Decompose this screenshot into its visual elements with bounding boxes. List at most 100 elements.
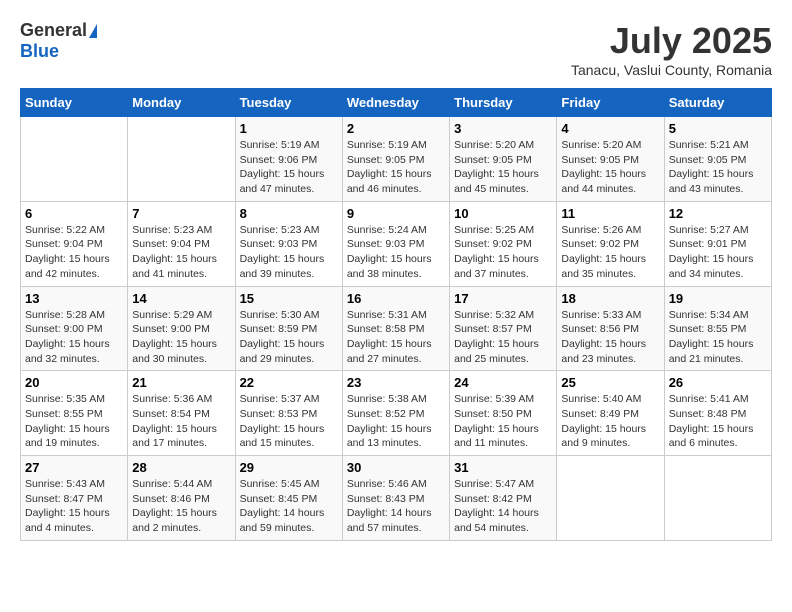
day-cell: 10Sunrise: 5:25 AMSunset: 9:02 PMDayligh… (450, 201, 557, 286)
day-number: 5 (669, 121, 767, 136)
day-detail: Sunrise: 5:46 AMSunset: 8:43 PMDaylight:… (347, 477, 445, 536)
day-cell: 18 Sunrise: 5:33 AMSunset: 8:56 PMDayligh… (557, 286, 664, 371)
day-cell: 13 Sunrise: 5:28 AMSunset: 9:00 PMDayligh… (21, 286, 128, 371)
day-cell: 25 Sunrise: 5:40 AMSunset: 8:49 PMDayligh… (557, 371, 664, 456)
day-cell: 30 Sunrise: 5:46 AMSunset: 8:43 PMDayligh… (342, 456, 449, 541)
day-number: 30 (347, 460, 445, 475)
day-number: 28 (132, 460, 230, 475)
day-detail: Sunrise: 5:43 AMSunset: 8:47 PMDaylight:… (25, 477, 123, 536)
day-number: 8 (240, 206, 338, 221)
day-number: 27 (25, 460, 123, 475)
day-detail: Sunrise: 5:19 AMSunset: 9:06 PMDaylight:… (240, 138, 338, 197)
day-cell: 7 Sunrise: 5:23 AMSunset: 9:04 PMDaylight… (128, 201, 235, 286)
header-friday: Friday (557, 89, 664, 117)
calendar-body: 1 Sunrise: 5:19 AMSunset: 9:06 PMDaylight… (21, 117, 772, 541)
day-cell: 9 Sunrise: 5:24 AMSunset: 9:03 PMDaylight… (342, 201, 449, 286)
day-cell: 24 Sunrise: 5:39 AMSunset: 8:50 PMDayligh… (450, 371, 557, 456)
day-number: 14 (132, 291, 230, 306)
day-cell: 23 Sunrise: 5:38 AMSunset: 8:52 PMDayligh… (342, 371, 449, 456)
week-row-5: 27 Sunrise: 5:43 AMSunset: 8:47 PMDayligh… (21, 456, 772, 541)
month-title: July 2025 (571, 20, 772, 62)
day-detail: Sunrise: 5:27 AMSunset: 9:01 PMDaylight:… (669, 223, 767, 282)
day-detail: Sunrise: 5:45 AMSunset: 8:45 PMDaylight:… (240, 477, 338, 536)
day-detail: Sunrise: 5:24 AMSunset: 9:03 PMDaylight:… (347, 223, 445, 282)
day-detail: Sunrise: 5:23 AMSunset: 9:04 PMDaylight:… (132, 223, 230, 282)
day-number: 6 (25, 206, 123, 221)
day-detail: Sunrise: 5:26 AMSunset: 9:02 PMDaylight:… (561, 223, 659, 282)
day-cell: 4 Sunrise: 5:20 AMSunset: 9:05 PMDaylight… (557, 117, 664, 202)
day-detail: Sunrise: 5:20 AMSunset: 9:05 PMDaylight:… (561, 138, 659, 197)
day-detail: Sunrise: 5:29 AMSunset: 9:00 PMDaylight:… (132, 308, 230, 367)
day-number: 31 (454, 460, 552, 475)
day-cell: 16 Sunrise: 5:31 AMSunset: 8:58 PMDayligh… (342, 286, 449, 371)
day-number: 11 (561, 206, 659, 221)
day-cell: 15Sunrise: 5:30 AMSunset: 8:59 PMDayligh… (235, 286, 342, 371)
day-number: 19 (669, 291, 767, 306)
day-number: 24 (454, 375, 552, 390)
day-number: 22 (240, 375, 338, 390)
day-number: 1 (240, 121, 338, 136)
day-cell: 5Sunrise: 5:21 AMSunset: 9:05 PMDaylight… (664, 117, 771, 202)
day-cell: 14 Sunrise: 5:29 AMSunset: 9:00 PMDayligh… (128, 286, 235, 371)
day-detail: Sunrise: 5:38 AMSunset: 8:52 PMDaylight:… (347, 392, 445, 451)
location: Tanacu, Vaslui County, Romania (571, 62, 772, 78)
day-number: 15 (240, 291, 338, 306)
day-cell: 20 Sunrise: 5:35 AMSunset: 8:55 PMDayligh… (21, 371, 128, 456)
day-detail: Sunrise: 5:47 AMSunset: 8:42 PMDaylight:… (454, 477, 552, 536)
day-cell (557, 456, 664, 541)
day-number: 12 (669, 206, 767, 221)
day-number: 4 (561, 121, 659, 136)
header-wednesday: Wednesday (342, 89, 449, 117)
week-row-2: 6Sunrise: 5:22 AMSunset: 9:04 PMDaylight… (21, 201, 772, 286)
day-number: 9 (347, 206, 445, 221)
day-number: 21 (132, 375, 230, 390)
day-number: 23 (347, 375, 445, 390)
day-detail: Sunrise: 5:28 AMSunset: 9:00 PMDaylight:… (25, 308, 123, 367)
day-detail: Sunrise: 5:41 AMSunset: 8:48 PMDaylight:… (669, 392, 767, 451)
day-number: 20 (25, 375, 123, 390)
day-number: 16 (347, 291, 445, 306)
calendar-table: SundayMondayTuesdayWednesdayThursdayFrid… (20, 88, 772, 541)
day-number: 7 (132, 206, 230, 221)
week-row-4: 20 Sunrise: 5:35 AMSunset: 8:55 PMDayligh… (21, 371, 772, 456)
header-thursday: Thursday (450, 89, 557, 117)
day-cell: 29 Sunrise: 5:45 AMSunset: 8:45 PMDayligh… (235, 456, 342, 541)
day-number: 17 (454, 291, 552, 306)
day-cell: 31 Sunrise: 5:47 AMSunset: 8:42 PMDayligh… (450, 456, 557, 541)
day-cell (21, 117, 128, 202)
day-detail: Sunrise: 5:40 AMSunset: 8:49 PMDaylight:… (561, 392, 659, 451)
logo-triangle-icon (89, 24, 97, 38)
day-detail: Sunrise: 5:39 AMSunset: 8:50 PMDaylight:… (454, 392, 552, 451)
day-cell: 2Sunrise: 5:19 AMSunset: 9:05 PMDaylight… (342, 117, 449, 202)
day-detail: Sunrise: 5:36 AMSunset: 8:54 PMDaylight:… (132, 392, 230, 451)
header-row: SundayMondayTuesdayWednesdayThursdayFrid… (21, 89, 772, 117)
day-number: 13 (25, 291, 123, 306)
day-cell: 19Sunrise: 5:34 AMSunset: 8:55 PMDayligh… (664, 286, 771, 371)
day-detail: Sunrise: 5:33 AMSunset: 8:56 PMDaylight:… (561, 308, 659, 367)
day-cell: 1 Sunrise: 5:19 AMSunset: 9:06 PMDaylight… (235, 117, 342, 202)
day-number: 26 (669, 375, 767, 390)
header-tuesday: Tuesday (235, 89, 342, 117)
day-cell (664, 456, 771, 541)
page-header: General Blue July 2025 Tanacu, Vaslui Co… (20, 20, 772, 78)
day-detail: Sunrise: 5:23 AMSunset: 9:03 PMDaylight:… (240, 223, 338, 282)
day-number: 18 (561, 291, 659, 306)
header-sunday: Sunday (21, 89, 128, 117)
day-cell: 26 Sunrise: 5:41 AMSunset: 8:48 PMDayligh… (664, 371, 771, 456)
day-cell: 17Sunrise: 5:32 AMSunset: 8:57 PMDayligh… (450, 286, 557, 371)
day-detail: Sunrise: 5:31 AMSunset: 8:58 PMDaylight:… (347, 308, 445, 367)
day-cell: 21 Sunrise: 5:36 AMSunset: 8:54 PMDayligh… (128, 371, 235, 456)
day-detail: Sunrise: 5:35 AMSunset: 8:55 PMDaylight:… (25, 392, 123, 451)
day-number: 3 (454, 121, 552, 136)
day-cell: 8 Sunrise: 5:23 AMSunset: 9:03 PMDaylight… (235, 201, 342, 286)
logo-blue: Blue (20, 41, 59, 62)
logo: General Blue (20, 20, 97, 62)
day-detail: Sunrise: 5:20 AMSunset: 9:05 PMDaylight:… (454, 138, 552, 197)
day-number: 25 (561, 375, 659, 390)
day-detail: Sunrise: 5:37 AMSunset: 8:53 PMDaylight:… (240, 392, 338, 451)
day-number: 10 (454, 206, 552, 221)
day-detail: Sunrise: 5:19 AMSunset: 9:05 PMDaylight:… (347, 138, 445, 197)
day-cell: 28 Sunrise: 5:44 AMSunset: 8:46 PMDayligh… (128, 456, 235, 541)
day-number: 29 (240, 460, 338, 475)
day-detail: Sunrise: 5:44 AMSunset: 8:46 PMDaylight:… (132, 477, 230, 536)
